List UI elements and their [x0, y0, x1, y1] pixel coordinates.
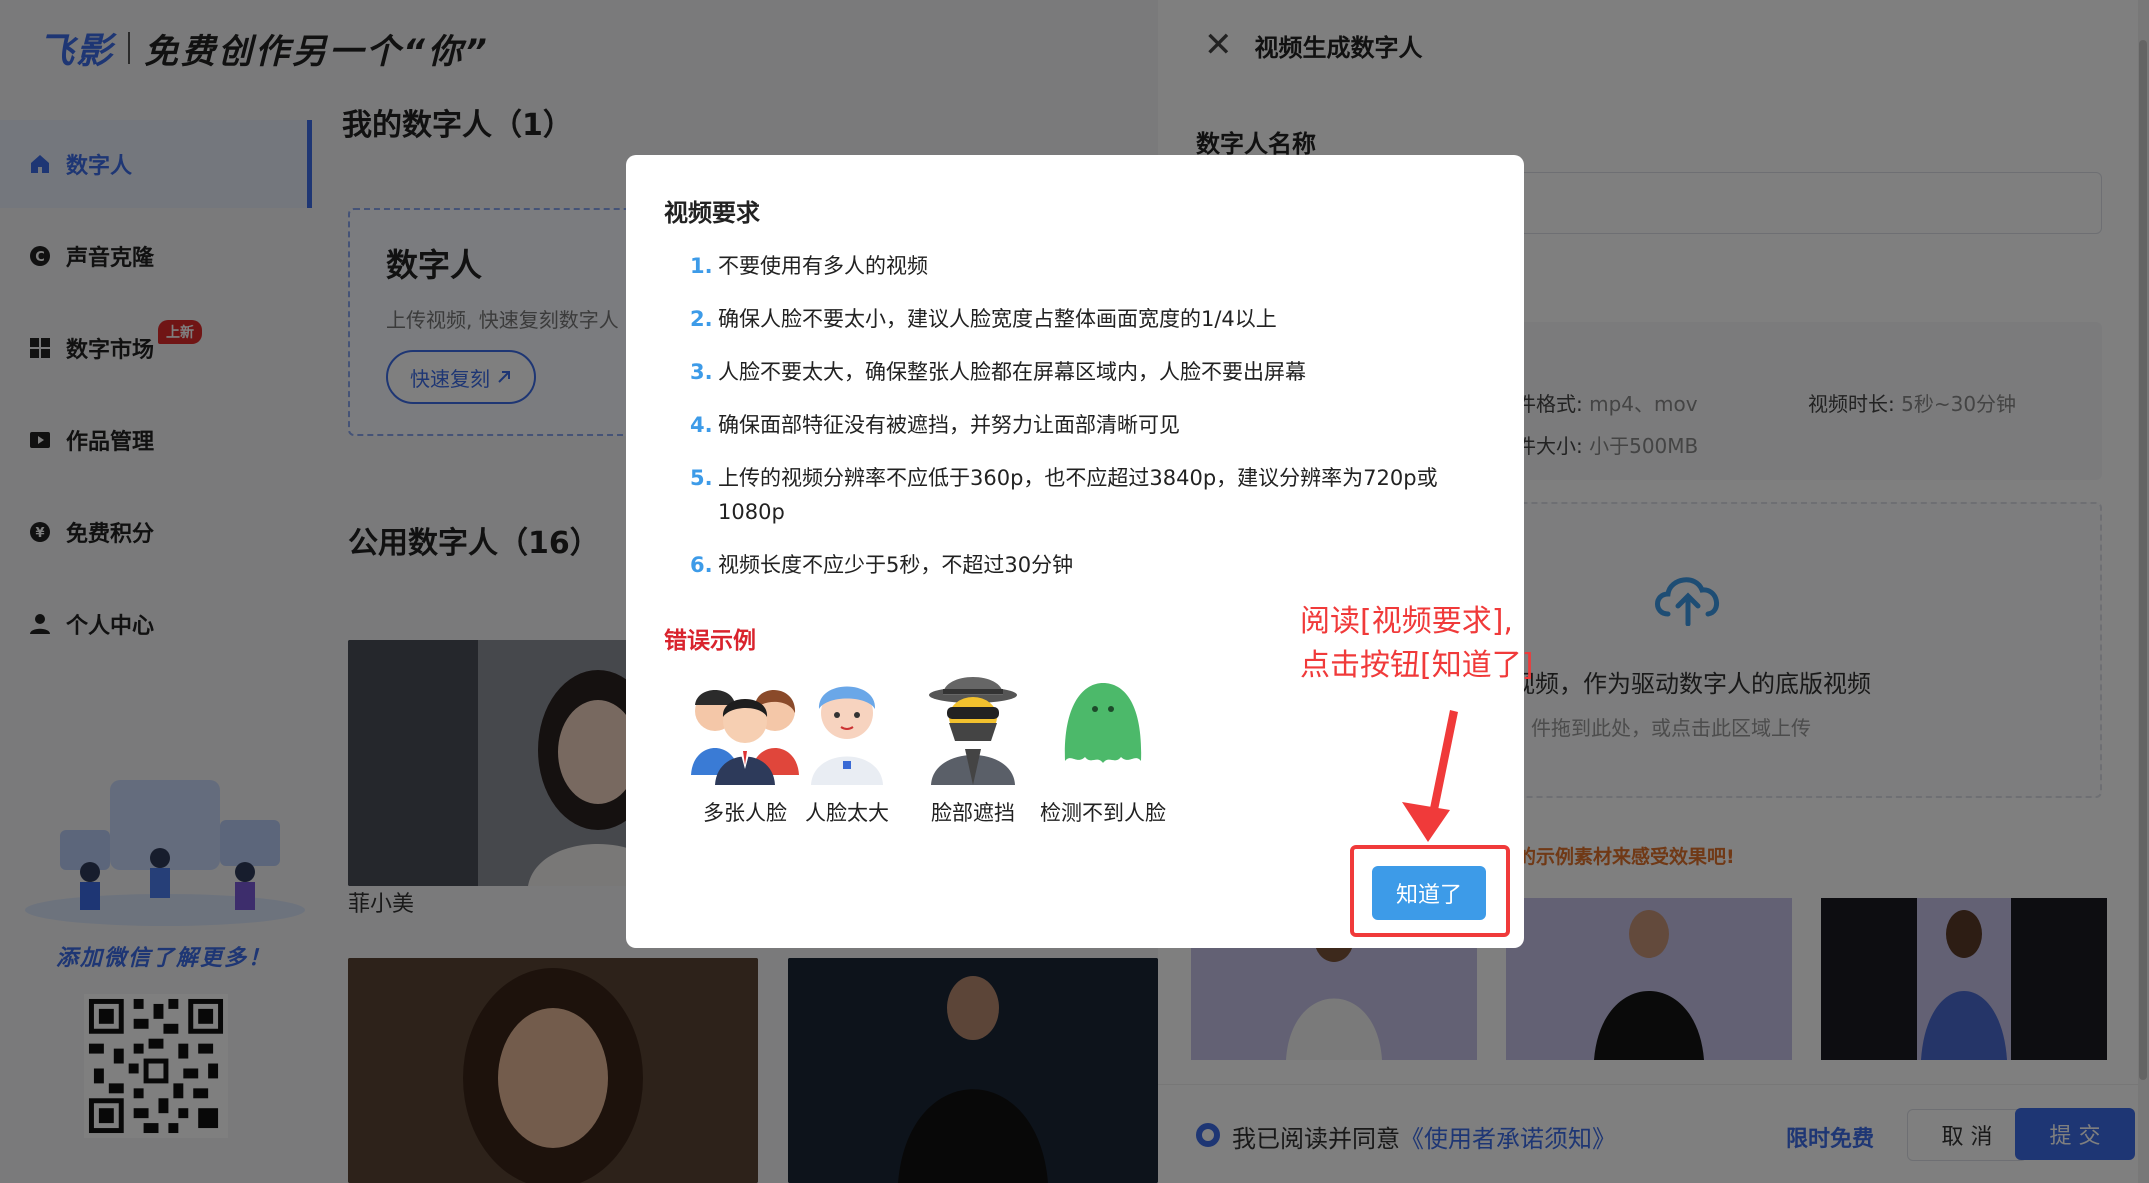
- item-number: 3.: [690, 360, 713, 384]
- item-text: 视频长度不应少于5秒，不超过30分钟: [718, 553, 1074, 577]
- error-label: 脸部遮挡: [931, 801, 1015, 825]
- face-covered-icon: [929, 677, 1017, 785]
- error-example-no-face: 检测不到人脸: [1028, 665, 1178, 827]
- item-text: 不要使用有多人的视频: [718, 254, 928, 278]
- item-number: 4.: [690, 413, 713, 437]
- no-face-icon: [1064, 683, 1142, 763]
- instruction-annotation: 阅读[视频要求], 点击按钮[知道了]: [1300, 600, 1533, 688]
- annotation-line: 阅读[视频要求],: [1300, 604, 1513, 639]
- annotation-line: 点击按钮[知道了]: [1300, 648, 1534, 683]
- highlight-frame: [1350, 845, 1510, 937]
- item-number: 6.: [690, 553, 713, 577]
- item-text: 确保人脸不要太小，建议人脸宽度占整体画面宽度的1/4以上: [718, 307, 1277, 331]
- list-item: 4. 确保面部特征没有被遮挡，并努力让面部清晰可见: [690, 408, 1490, 442]
- list-item: 3. 人脸不要太大，确保整张人脸都在屏幕区域内，人脸不要出屏幕: [690, 355, 1490, 389]
- item-text: 上传的视频分辨率不应低于360p，也不应超过3840p，建议分辨率为720p或1…: [718, 466, 1438, 524]
- requirements-list: 1. 不要使用有多人的视频 2. 确保人脸不要太小，建议人脸宽度占整体画面宽度的1/…: [690, 249, 1490, 601]
- error-examples-title: 错误示例: [664, 628, 756, 654]
- list-item: 1. 不要使用有多人的视频: [690, 249, 1490, 283]
- modal-title: 视频要求: [664, 199, 760, 227]
- item-number: 1.: [690, 254, 713, 278]
- item-text: 人脸不要太大，确保整张人脸都在屏幕区域内，人脸不要出屏幕: [718, 360, 1306, 384]
- error-example-face-covered: 脸部遮挡: [898, 665, 1048, 827]
- item-text: 确保面部特征没有被遮挡，并努力让面部清晰可见: [718, 413, 1180, 437]
- pointer-arrow-icon: [1402, 710, 1458, 842]
- item-number: 2.: [690, 307, 713, 331]
- face-too-big-icon: [811, 686, 883, 785]
- error-label: 检测不到人脸: [1040, 801, 1166, 825]
- list-item: 2. 确保人脸不要太小，建议人脸宽度占整体画面宽度的1/4以上: [690, 302, 1490, 336]
- list-item: 6. 视频长度不应少于5秒，不超过30分钟: [690, 548, 1490, 582]
- item-number: 5.: [690, 466, 713, 490]
- list-item: 5. 上传的视频分辨率不应低于360p，也不应超过3840p，建议分辨率为720p…: [690, 461, 1490, 529]
